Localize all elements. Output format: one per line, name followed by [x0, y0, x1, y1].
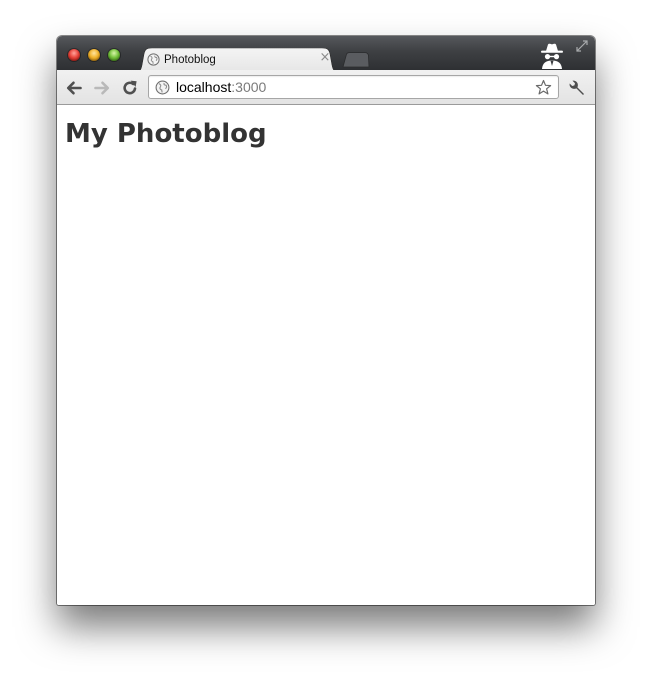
- tab-close-icon[interactable]: ×: [319, 51, 331, 64]
- reload-icon[interactable]: [121, 79, 139, 97]
- address-bar[interactable]: localhost:3000: [148, 75, 559, 99]
- fullscreen-icon[interactable]: [575, 39, 589, 53]
- window-zoom-button[interactable]: [108, 49, 120, 61]
- browser-toolbar: localhost:3000: [57, 70, 595, 105]
- star-icon[interactable]: [535, 79, 552, 96]
- globe-icon: [155, 80, 170, 95]
- tab-title: Photoblog: [164, 54, 216, 66]
- url-port: :3000: [231, 79, 267, 95]
- wrench-icon[interactable]: [568, 79, 586, 97]
- forward-arrow-icon[interactable]: [93, 79, 111, 97]
- globe-icon: [147, 53, 160, 66]
- back-arrow-icon[interactable]: [65, 79, 83, 97]
- new-tab-button[interactable]: [341, 52, 371, 68]
- screenshot-stage: Photoblog × localhost:3000 My Photoblog: [0, 0, 652, 685]
- url-host: localhost: [176, 79, 232, 95]
- tab-photoblog[interactable]: Photoblog ×: [135, 48, 339, 72]
- tab-strip: Photoblog ×: [57, 36, 595, 72]
- incognito-icon: [541, 43, 563, 69]
- page-title: My Photoblog: [65, 119, 267, 149]
- window-close-button[interactable]: [68, 49, 80, 61]
- browser-window: Photoblog × localhost:3000 My Photoblog: [57, 36, 595, 605]
- page-viewport: My Photoblog: [57, 105, 595, 605]
- window-minimize-button[interactable]: [88, 49, 100, 61]
- url-text: localhost:3000: [176, 79, 266, 96]
